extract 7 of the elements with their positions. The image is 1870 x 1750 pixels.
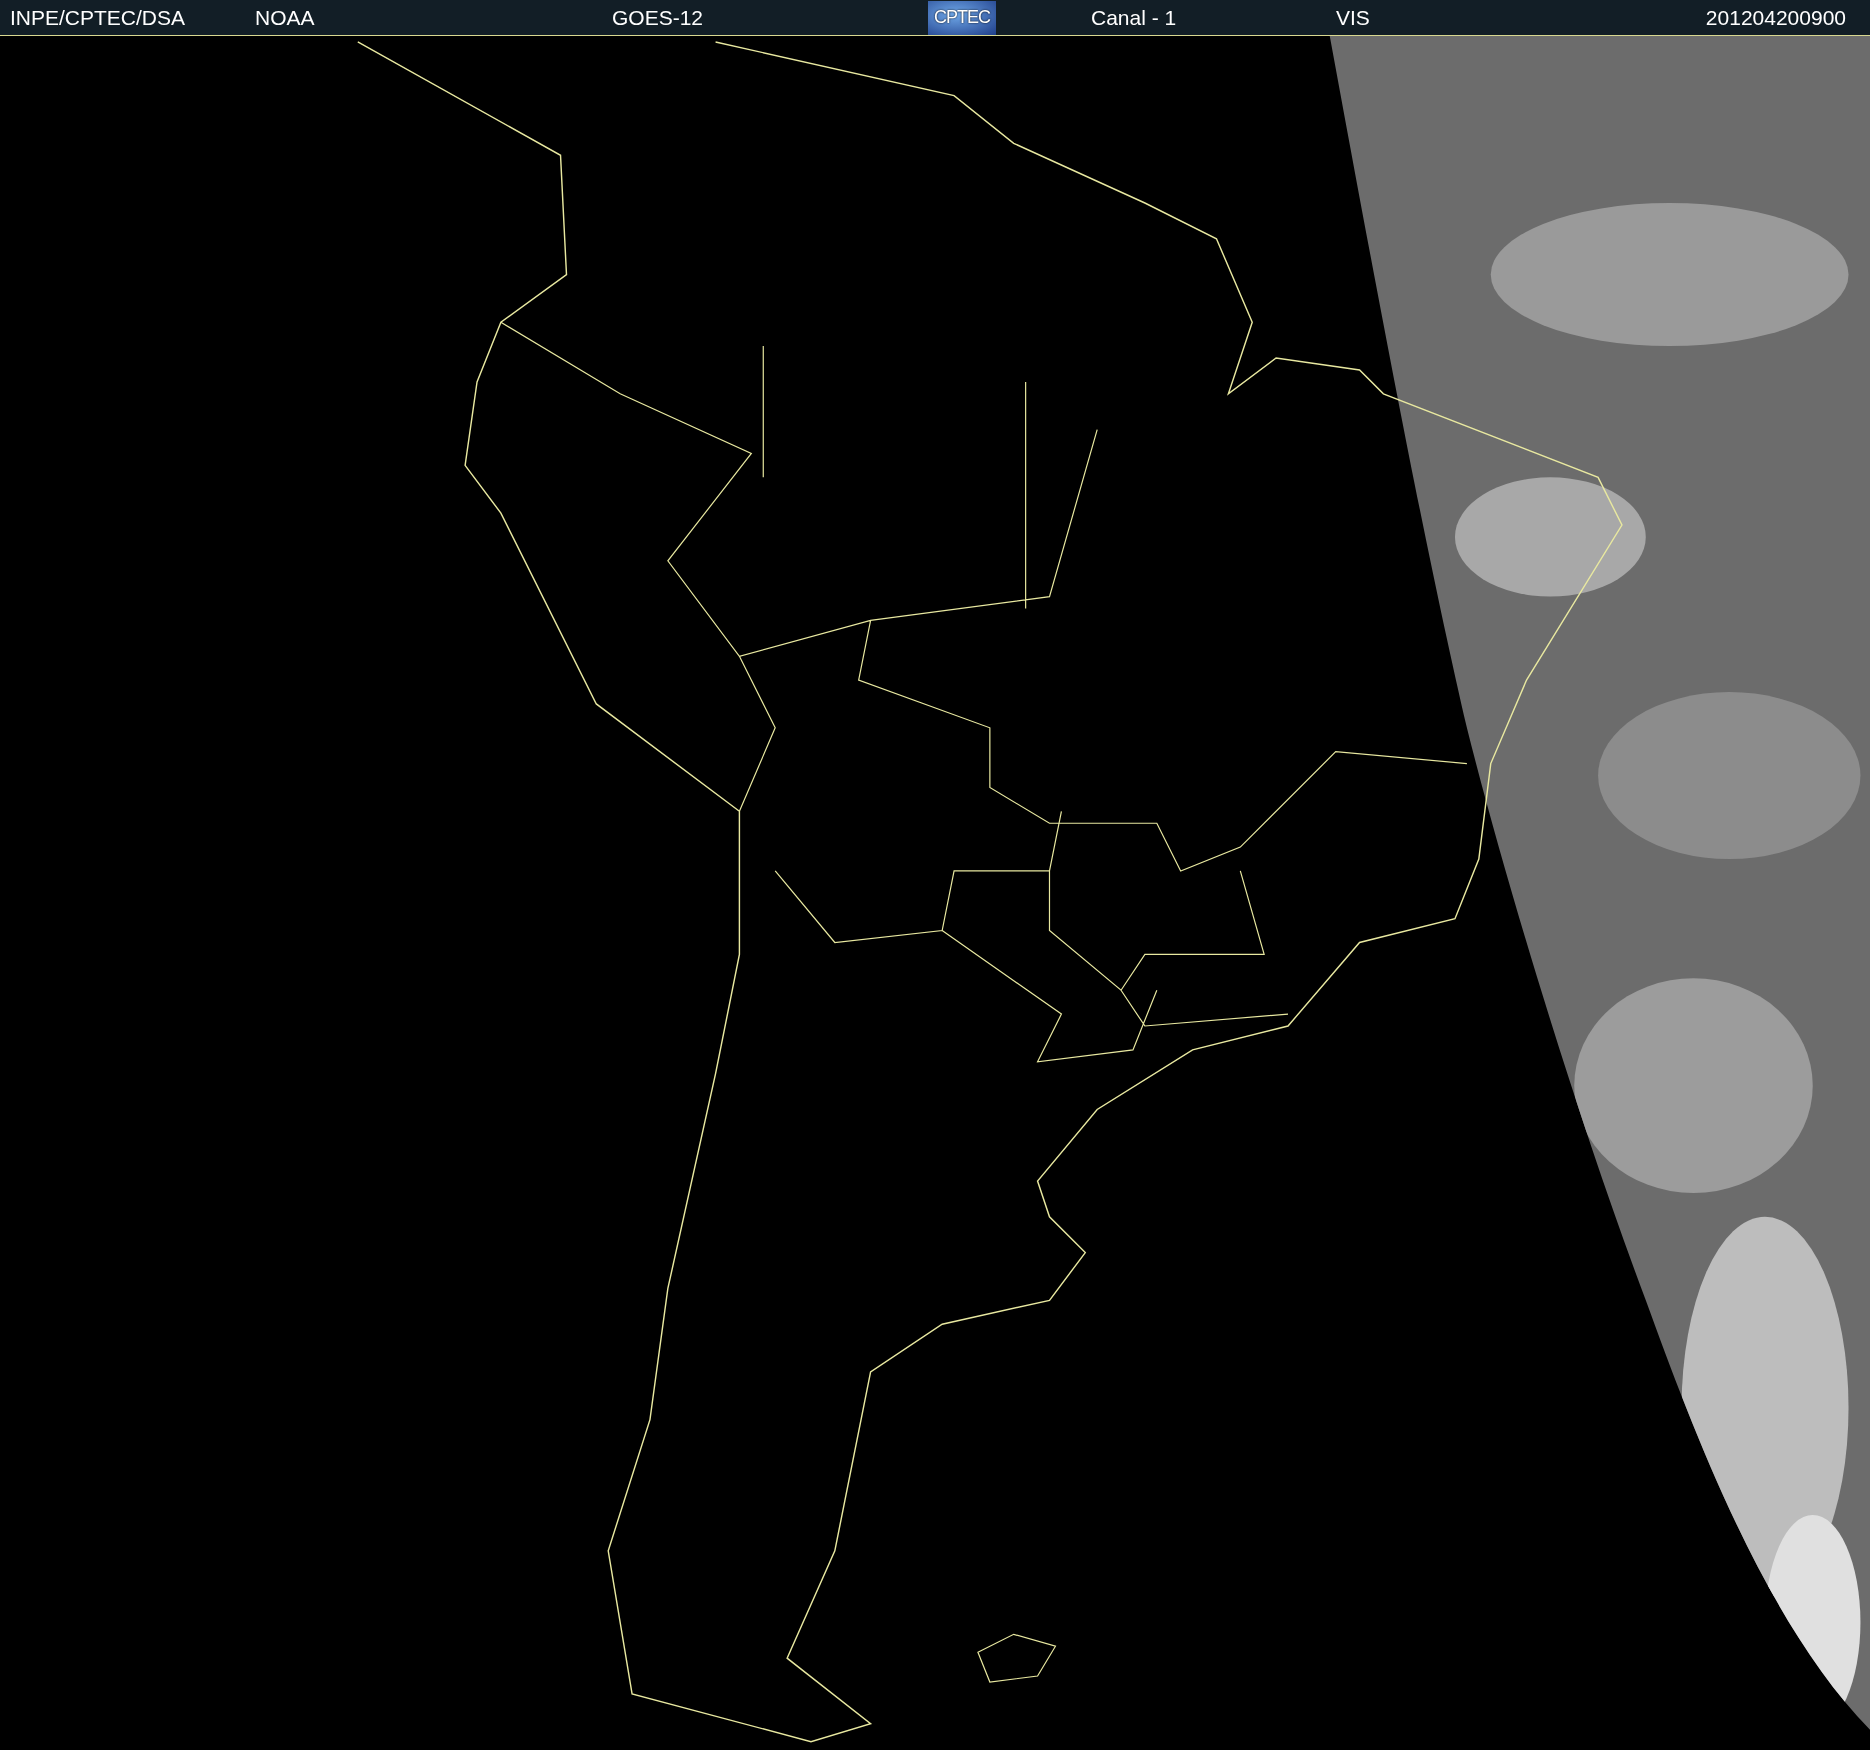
cptec-logo: CPTEC <box>928 0 996 35</box>
timestamp-label: 201204200900 <box>1705 5 1846 30</box>
agency-label: NOAA <box>255 5 316 30</box>
source-label: INPE/CPTEC/DSA <box>10 5 187 30</box>
satellite-label: GOES-12 <box>612 5 705 30</box>
band-label: VIS <box>1336 5 1371 30</box>
channel-label: Canal - 1 <box>1091 5 1178 30</box>
